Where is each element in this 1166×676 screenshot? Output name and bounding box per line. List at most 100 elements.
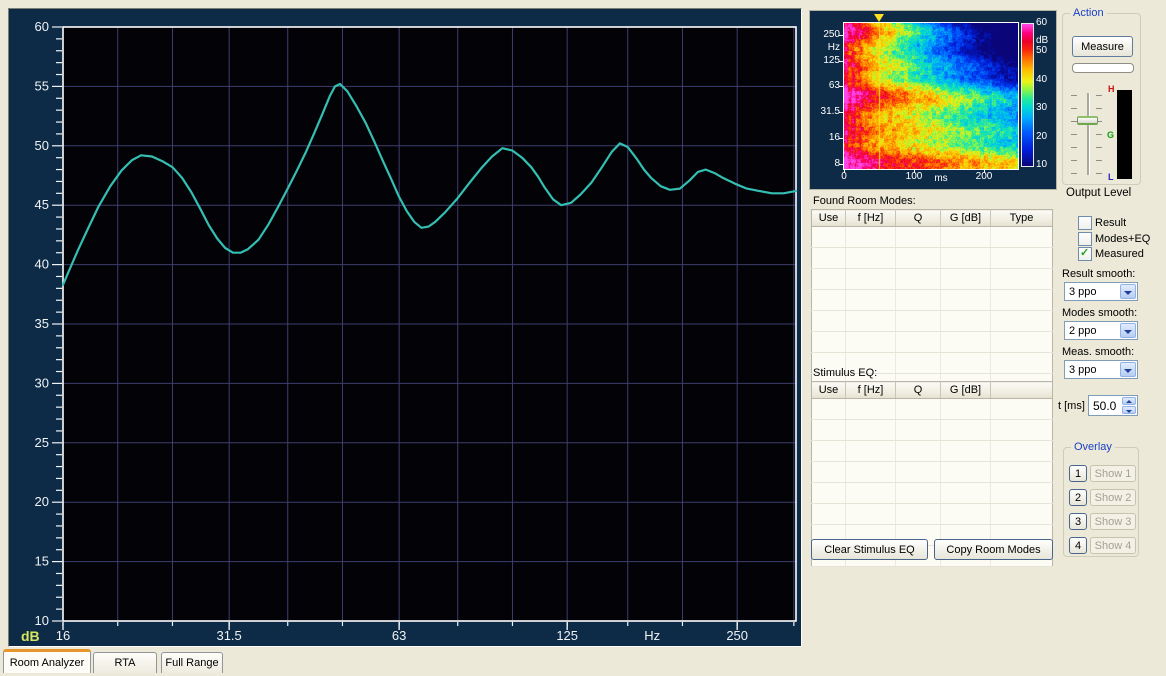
spectrogram-ytick-mark: [839, 112, 843, 113]
overlay-show-4-button[interactable]: Show 4: [1090, 537, 1136, 554]
overlay-show-3-button[interactable]: Show 3: [1090, 513, 1136, 530]
found-room-modes-row[interactable]: [812, 269, 1053, 290]
checkbox-row-modes-eq: Modes+EQ: [1078, 232, 1140, 246]
checkbox-label: Modes+EQ: [1095, 233, 1150, 245]
slider-tick: [1096, 147, 1102, 148]
spectrogram-ytick-mark: [839, 61, 843, 62]
slider-tick: [1096, 108, 1102, 109]
chevron-down-icon[interactable]: [1120, 362, 1136, 377]
overlay-slot-4-button[interactable]: 4: [1069, 537, 1087, 554]
svg-text:31.5: 31.5: [216, 628, 241, 643]
checkbox-row-measured: ✓Measured: [1078, 247, 1140, 261]
svg-text:dB: dB: [21, 628, 40, 644]
found-room-modes-row[interactable]: [812, 290, 1053, 311]
chevron-down-icon[interactable]: [1120, 323, 1136, 338]
overlay-slot-2-button[interactable]: 2: [1069, 489, 1087, 506]
spectrogram-ytick: 250: [823, 29, 840, 40]
stimulus-eq-row[interactable]: [812, 504, 1053, 525]
spectrogram-ytick-mark: [839, 86, 843, 87]
found-room-modes-label: Found Room Modes:: [813, 195, 916, 207]
time-window-spinner[interactable]: 50.0: [1088, 395, 1138, 416]
colorbar-tick: 50: [1036, 45, 1047, 56]
svg-text:25: 25: [35, 435, 49, 450]
result-smooth-combo[interactable]: 3 ppo: [1064, 282, 1138, 301]
meter-mark-g: G: [1107, 130, 1114, 140]
modes-eq-checkbox[interactable]: [1078, 232, 1092, 246]
slider-tick: [1071, 95, 1077, 96]
found-room-modes-header[interactable]: G [dB]: [941, 210, 991, 227]
overlay-show-2-button[interactable]: Show 2: [1090, 489, 1136, 506]
measure-button[interactable]: Measure: [1072, 36, 1133, 57]
stimulus-eq-row[interactable]: [812, 462, 1053, 483]
tab-full-range[interactable]: Full Range: [161, 652, 223, 673]
meas-smooth-combo[interactable]: 3 ppo: [1064, 360, 1138, 379]
overlay-group-title: Overlay: [1071, 441, 1115, 453]
result-checkbox[interactable]: [1078, 216, 1092, 230]
checkbox-row-result: Result: [1078, 216, 1140, 230]
stimulus-eq-header[interactable]: G [dB]: [941, 382, 991, 399]
smooth-label: Meas. smooth:: [1062, 346, 1134, 358]
spectrogram-ytick: 31.5: [821, 106, 840, 117]
meter-mark-h: H: [1108, 84, 1115, 94]
spectrogram-xtick-mark: [984, 169, 985, 173]
clear-stimulus-eq-button[interactable]: Clear Stimulus EQ: [811, 539, 928, 560]
output-level-slider-track[interactable]: [1087, 93, 1090, 175]
spectrogram-image[interactable]: [843, 22, 1019, 170]
stimulus-eq-row[interactable]: [812, 483, 1053, 504]
svg-text:35: 35: [35, 316, 49, 331]
spectrogram-xtick-mark: [914, 169, 915, 173]
spectrogram-ytick-mark: [839, 35, 843, 36]
found-room-modes-row[interactable]: [812, 332, 1053, 353]
output-level-meter: [1117, 90, 1132, 179]
found-room-modes-header[interactable]: Use: [812, 210, 846, 227]
spectrogram-ytick: 125: [823, 55, 840, 66]
slider-tick: [1071, 173, 1077, 174]
svg-text:60: 60: [35, 19, 49, 34]
time-window-label: t [ms]: [1058, 400, 1085, 412]
measured-checkbox[interactable]: ✓: [1078, 247, 1092, 261]
colorbar-tick: 30: [1036, 102, 1047, 113]
stimulus-eq-header[interactable]: f [Hz]: [846, 382, 896, 399]
stimulus-eq-header[interactable]: [991, 382, 1053, 399]
output-level-slider-thumb[interactable]: [1077, 116, 1098, 125]
overlay-slot-1-button[interactable]: 1: [1069, 465, 1087, 482]
found-room-modes-header[interactable]: Type: [991, 210, 1053, 227]
overlay-slot-3-button[interactable]: 3: [1069, 513, 1087, 530]
svg-text:125: 125: [556, 628, 578, 643]
combo-value: 3 ppo: [1069, 286, 1097, 298]
stimulus-eq-row[interactable]: [812, 420, 1053, 441]
slider-tick: [1096, 95, 1102, 96]
output-level-label: Output Level: [1066, 187, 1131, 199]
colorbar-tick: 40: [1036, 74, 1047, 85]
spectrogram-time-marker-icon[interactable]: [874, 14, 884, 22]
stimulus-eq-header[interactable]: Use: [812, 382, 846, 399]
svg-text:40: 40: [35, 257, 49, 272]
found-room-modes-header[interactable]: f [Hz]: [846, 210, 896, 227]
svg-text:55: 55: [35, 78, 49, 93]
combo-value: 3 ppo: [1069, 364, 1097, 376]
stimulus-eq-header[interactable]: Q: [896, 382, 941, 399]
action-group-title: Action: [1070, 7, 1107, 19]
found-room-modes-row[interactable]: [812, 311, 1053, 332]
time-window-value: 50.0: [1093, 399, 1116, 413]
overlay-groupbox: Overlay 1Show 12Show 23Show 34Show 4: [1063, 447, 1139, 557]
tab-room-analyzer[interactable]: Room Analyzer: [3, 649, 91, 673]
chevron-down-icon[interactable]: [1120, 284, 1136, 299]
measure-progress-bar: [1072, 63, 1134, 73]
slider-tick: [1096, 134, 1102, 135]
found-room-modes-header[interactable]: Q: [896, 210, 941, 227]
frequency-response-panel: 10152025303540455055601631.563125250HzdB: [8, 8, 802, 647]
found-room-modes-row[interactable]: [812, 248, 1053, 269]
spinner-up-button[interactable]: [1122, 397, 1136, 405]
svg-text:15: 15: [35, 554, 49, 569]
stimulus-eq-row[interactable]: [812, 399, 1053, 420]
stimulus-eq-row[interactable]: [812, 441, 1053, 462]
modes-smooth-combo[interactable]: 2 ppo: [1064, 321, 1138, 340]
colorbar-tick: 10: [1036, 159, 1047, 170]
found-room-modes-row[interactable]: [812, 227, 1053, 248]
copy-room-modes-button[interactable]: Copy Room Modes: [934, 539, 1053, 560]
tab-rta[interactable]: RTA: [93, 652, 157, 673]
action-groupbox: Action Measure HGL: [1062, 13, 1141, 185]
overlay-show-1-button[interactable]: Show 1: [1090, 465, 1136, 482]
spinner-down-button[interactable]: [1122, 406, 1136, 414]
